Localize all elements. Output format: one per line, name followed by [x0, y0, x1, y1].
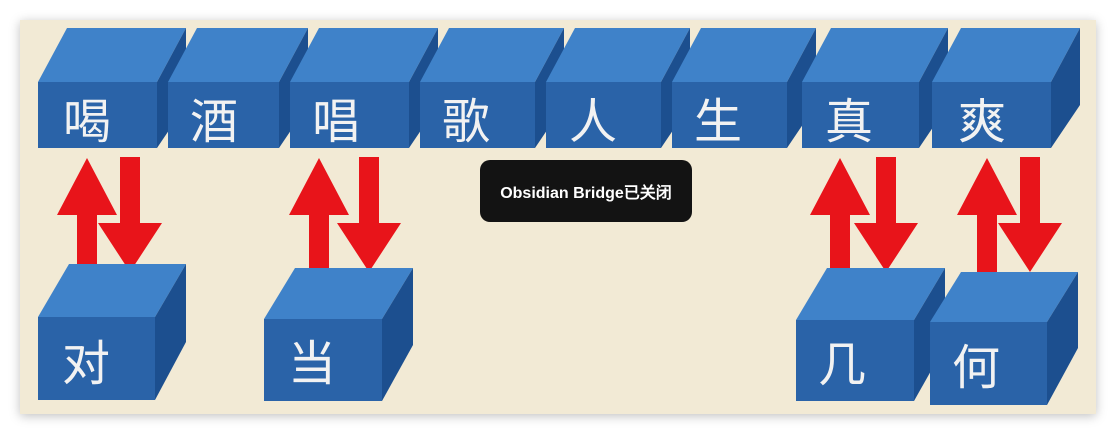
arrow-pair-1 [57, 157, 162, 275]
cube-top-5: 人 [546, 28, 690, 150]
cube-top-1: 喝 [38, 28, 186, 150]
cube-bottom-char-1: 对 [62, 336, 110, 392]
arrow-up-3 [810, 158, 870, 275]
cube-bottom-2: 当 [264, 268, 413, 401]
cube-char-6: 生 [694, 94, 742, 150]
cube-bottom-1: 对 [38, 264, 186, 400]
arrow-pair-4 [957, 157, 1062, 275]
cube-top-4: 歌 [420, 28, 564, 150]
cube-bottom-char-2: 当 [288, 336, 336, 392]
arrow-pair-2 [289, 157, 401, 275]
cube-bottom-3: 几 [796, 268, 945, 401]
toast-message: Obsidian Bridge已关闭 [500, 185, 672, 202]
cube-top-6: 生 [672, 28, 816, 150]
arrow-up-2 [289, 158, 349, 275]
cube-char-5: 人 [569, 94, 617, 150]
cube-char-2: 酒 [190, 94, 238, 150]
cube-char-3: 唱 [312, 94, 360, 150]
cube-char-4: 歌 [442, 94, 490, 150]
cube-char-7: 真 [825, 94, 873, 150]
arrow-pair-3 [810, 157, 918, 275]
arrow-up-1 [57, 158, 117, 275]
cube-bottom-4: 何 [930, 272, 1078, 405]
arrow-up-4 [957, 158, 1017, 275]
toast-notification: Obsidian Bridge已关闭 [480, 160, 692, 222]
cube-char-8: 爽 [958, 94, 1006, 150]
cube-bottom-char-3: 几 [818, 337, 866, 393]
cube-top-3: 唱 [290, 28, 438, 150]
cube-top-2: 酒 [168, 28, 308, 150]
cube-char-1: 喝 [63, 94, 111, 150]
cube-top-8: 爽 [932, 28, 1080, 150]
cube-top-7: 真 [802, 28, 948, 150]
cube-bottom-char-4: 何 [952, 340, 1000, 396]
diagram-frame: 喝 酒 唱 歌 人 生 真 爽 对 当 几 何 Obsidian Bridge已… [20, 20, 1096, 414]
